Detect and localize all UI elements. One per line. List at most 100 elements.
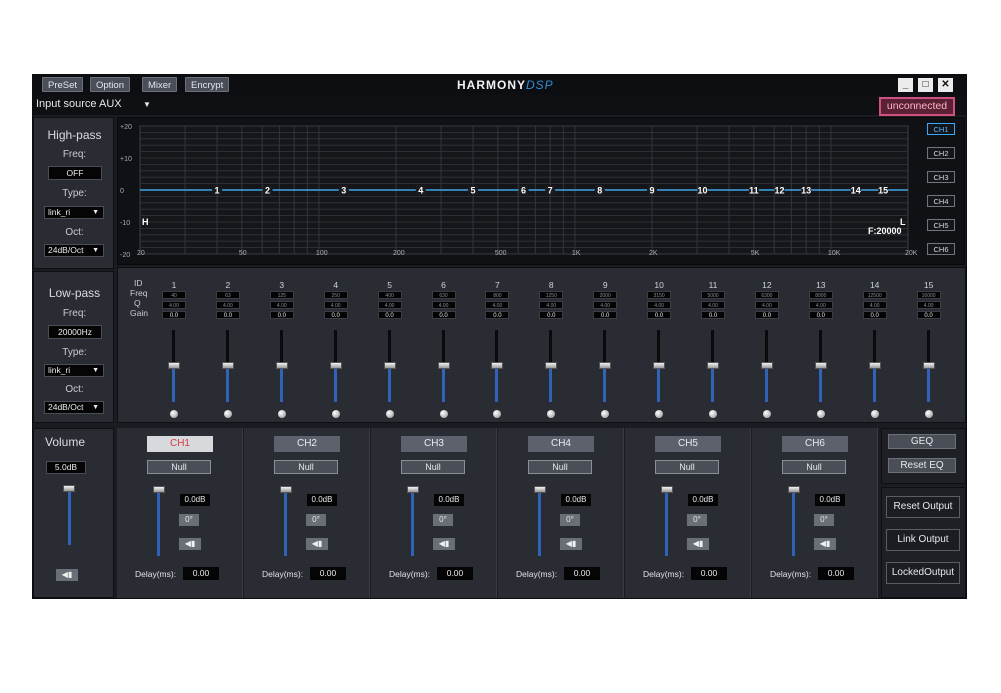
output-delay-input[interactable]: 0.00 (564, 567, 600, 580)
eq-band-freq[interactable]: 8000 (808, 291, 833, 299)
eq-band-bypass-knob[interactable] (385, 410, 394, 418)
output-gain-value[interactable]: 0.0dB (561, 494, 591, 506)
lowpass-oct-select[interactable]: 24dB/Oct ▼ (44, 401, 104, 414)
graph-channel-tab-ch4[interactable]: CH4 (927, 195, 955, 207)
eq-band-bypass-knob[interactable] (709, 410, 717, 418)
output-source-select[interactable]: Null (782, 460, 846, 474)
output-mute-button[interactable]: ◀▮ (560, 538, 582, 550)
eq-band-gain[interactable]: 0.0 (162, 311, 186, 319)
eq-band-bypass-knob[interactable] (439, 410, 448, 418)
eq-band-q[interactable]: 4.00 (593, 301, 618, 309)
graph-channel-tab-ch2[interactable]: CH2 (927, 147, 955, 159)
eq-response-graph[interactable]: +20 +10 0 -10 -20 20 50 100 200 500 1K 2K 5K 10K 20K 1 2… (117, 117, 965, 265)
output-source-select[interactable]: Null (401, 460, 465, 474)
eq-band-freq[interactable]: 5000 (701, 291, 725, 299)
output-gain-slider-thumb[interactable] (280, 486, 292, 493)
eq-band-q[interactable]: 4.00 (862, 301, 887, 309)
eq-band-q[interactable]: 4.00 (754, 301, 779, 309)
eq-band-bypass-knob[interactable] (493, 410, 502, 418)
eq-band-gain[interactable]: 0.0 (485, 311, 510, 319)
graph-channel-tab-ch5[interactable]: CH5 (927, 219, 955, 231)
eq-band-q[interactable]: 4.00 (808, 301, 833, 309)
volume-value[interactable]: 5.0dB (46, 461, 86, 474)
highpass-oct-select[interactable]: 24dB/Oct ▼ (44, 244, 104, 257)
eq-band-freq[interactable]: 630 (431, 291, 456, 299)
eq-band-slider-thumb[interactable] (383, 362, 396, 369)
reset-output-button[interactable]: Reset Output (886, 496, 960, 518)
eq-band-gain[interactable]: 0.0 (323, 311, 348, 319)
eq-band-slider-thumb[interactable] (599, 362, 612, 369)
eq-band-slider-thumb[interactable] (221, 362, 234, 369)
eq-band-gain[interactable]: 0.0 (916, 311, 941, 319)
reset-eq-button[interactable]: Reset EQ (888, 458, 956, 473)
eq-band-bypass-knob[interactable] (601, 410, 610, 418)
graph-channel-tab-ch3[interactable]: CH3 (927, 171, 955, 183)
eq-band-bypass-knob[interactable] (547, 410, 556, 418)
output-gain-value[interactable]: 0.0dB (307, 494, 337, 506)
eq-band-gain[interactable]: 0.0 (862, 311, 887, 319)
eq-band-slider-thumb[interactable] (275, 362, 288, 369)
eq-band-freq[interactable]: 3150 (647, 291, 672, 299)
eq-band-q[interactable]: 4.00 (269, 301, 294, 309)
highpass-type-select[interactable]: link_ri ▼ (44, 206, 104, 219)
output-delay-input[interactable]: 0.00 (818, 567, 854, 580)
output-channel-name[interactable]: CH3 (401, 436, 467, 452)
output-phase-button[interactable]: 0° (687, 514, 707, 526)
eq-band-slider-thumb[interactable] (922, 362, 935, 369)
eq-band-gain[interactable]: 0.0 (754, 311, 779, 319)
link-output-button[interactable]: Link Output (886, 529, 960, 551)
eq-band-freq[interactable]: 800 (485, 291, 510, 299)
maximize-button[interactable]: □ (918, 78, 933, 92)
eq-band-slider-thumb[interactable] (868, 362, 881, 369)
output-phase-button[interactable]: 0° (814, 514, 834, 526)
highpass-freq-input[interactable]: OFF (48, 166, 102, 180)
eq-band-bypass-knob[interactable] (762, 410, 771, 418)
eq-band-q[interactable]: 4.00 (431, 301, 456, 309)
output-source-select[interactable]: Null (528, 460, 592, 474)
eq-band-bypass-knob[interactable] (170, 410, 178, 418)
eq-band-q[interactable]: 4.00 (647, 301, 672, 309)
geq-button[interactable]: GEQ (888, 434, 956, 449)
output-gain-slider-thumb[interactable] (534, 486, 546, 493)
eq-band-freq[interactable]: 63 (215, 291, 240, 299)
eq-band-bypass-knob[interactable] (655, 410, 664, 418)
output-mute-button[interactable]: ◀▮ (179, 538, 201, 550)
eq-band-freq[interactable]: 12500 (862, 291, 887, 299)
close-button[interactable]: ✕ (938, 78, 953, 92)
eq-band-freq[interactable]: 16000 (916, 291, 941, 299)
output-channel-name[interactable]: CH4 (528, 436, 594, 452)
eq-band-gain[interactable]: 0.0 (215, 311, 240, 319)
chevron-down-icon[interactable]: ▼ (143, 100, 151, 109)
eq-band-q[interactable]: 4.00 (916, 301, 941, 309)
eq-band-slider-thumb[interactable] (653, 362, 666, 369)
eq-band-freq[interactable]: 1250 (539, 291, 564, 299)
eq-band-gain[interactable]: 0.0 (377, 311, 402, 319)
eq-band-freq[interactable]: 2000 (593, 291, 618, 299)
minimize-button[interactable]: _ (898, 78, 913, 92)
output-gain-value[interactable]: 0.0dB (815, 494, 845, 506)
eq-band-slider-thumb[interactable] (760, 362, 773, 369)
menu-preset[interactable]: PreSet (42, 77, 84, 92)
eq-band-slider-thumb[interactable] (814, 362, 827, 369)
volume-slider-thumb[interactable] (63, 485, 75, 492)
menu-option[interactable]: Option (90, 77, 130, 92)
output-channel-name[interactable]: CH2 (274, 436, 340, 452)
output-mute-button[interactable]: ◀▮ (306, 538, 328, 550)
eq-band-slider-thumb[interactable] (329, 362, 342, 369)
output-gain-value[interactable]: 0.0dB (434, 494, 464, 506)
eq-band-slider-thumb[interactable] (437, 362, 450, 369)
input-source-select[interactable]: AUX (99, 98, 122, 110)
menu-mixer[interactable]: Mixer (142, 77, 178, 92)
output-source-select[interactable]: Null (274, 460, 338, 474)
graph-channel-tab-ch6[interactable]: CH6 (927, 243, 955, 255)
lowpass-type-select[interactable]: link_ri ▼ (44, 364, 104, 377)
eq-band-freq[interactable]: 125 (269, 291, 294, 299)
menu-encrypt[interactable]: Encrypt (185, 77, 230, 92)
output-gain-slider-thumb[interactable] (153, 486, 165, 493)
eq-band-bypass-knob[interactable] (331, 410, 340, 418)
eq-band-gain[interactable]: 0.0 (431, 311, 456, 319)
output-phase-button[interactable]: 0° (179, 514, 199, 526)
output-phase-button[interactable]: 0° (560, 514, 580, 526)
output-delay-input[interactable]: 0.00 (310, 567, 346, 580)
eq-band-gain[interactable]: 0.0 (808, 311, 833, 319)
